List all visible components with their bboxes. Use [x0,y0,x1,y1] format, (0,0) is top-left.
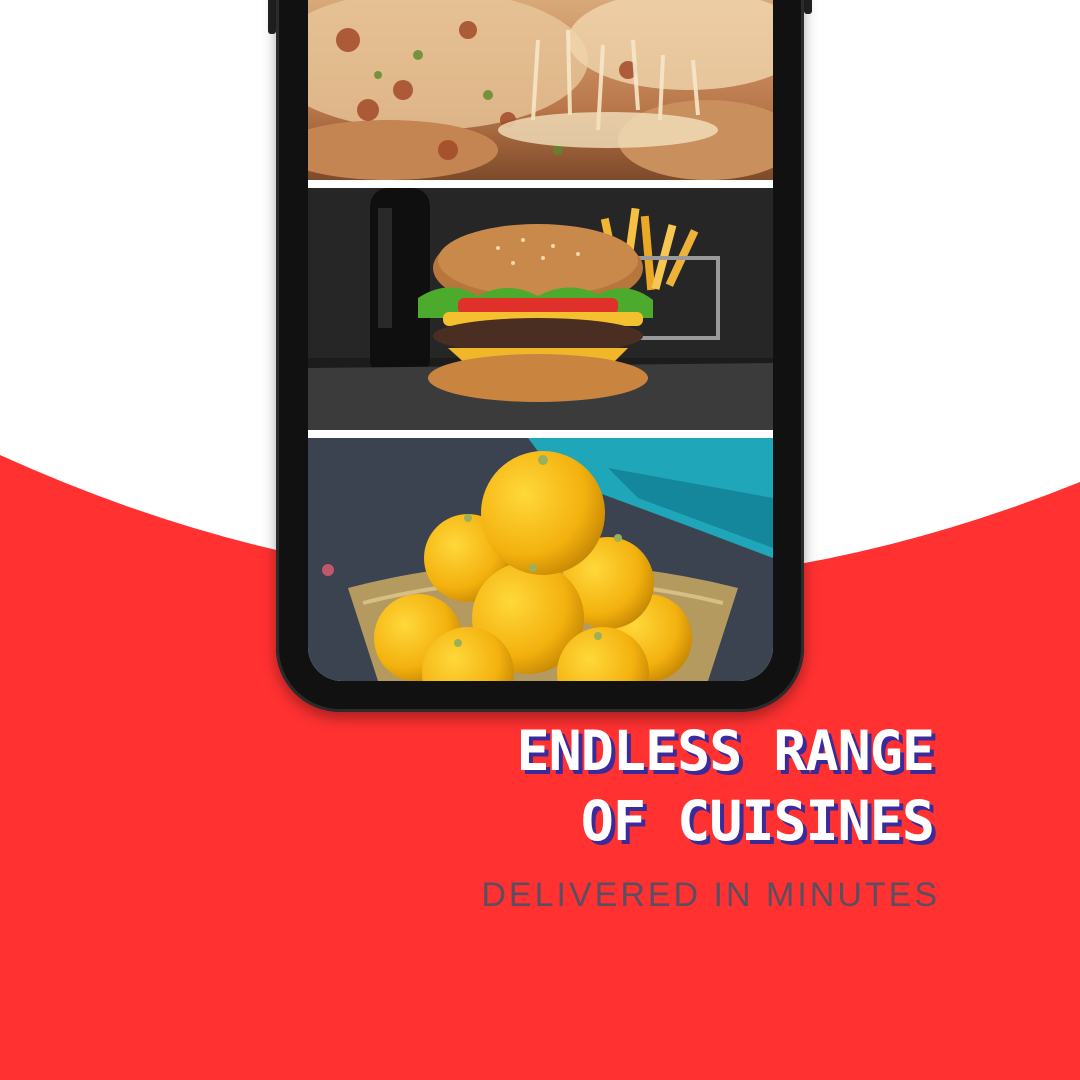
phone-screen [308,0,773,681]
phone-side-button [804,0,812,14]
phone-side-button [268,0,276,34]
promo-canvas: ENDLESS RANGE OF CUISINES DELIVERED IN M… [0,0,1080,1080]
headline: ENDLESS RANGE OF CUISINES [516,716,935,856]
headline-line-1: ENDLESS RANGE [516,719,935,783]
pizza-photo [308,0,773,180]
burger-photo [308,188,773,430]
tagline: DELIVERED IN MINUTES [481,876,940,914]
ladoo-photo [308,438,773,681]
headline-line-2: OF CUISINES [580,789,935,853]
